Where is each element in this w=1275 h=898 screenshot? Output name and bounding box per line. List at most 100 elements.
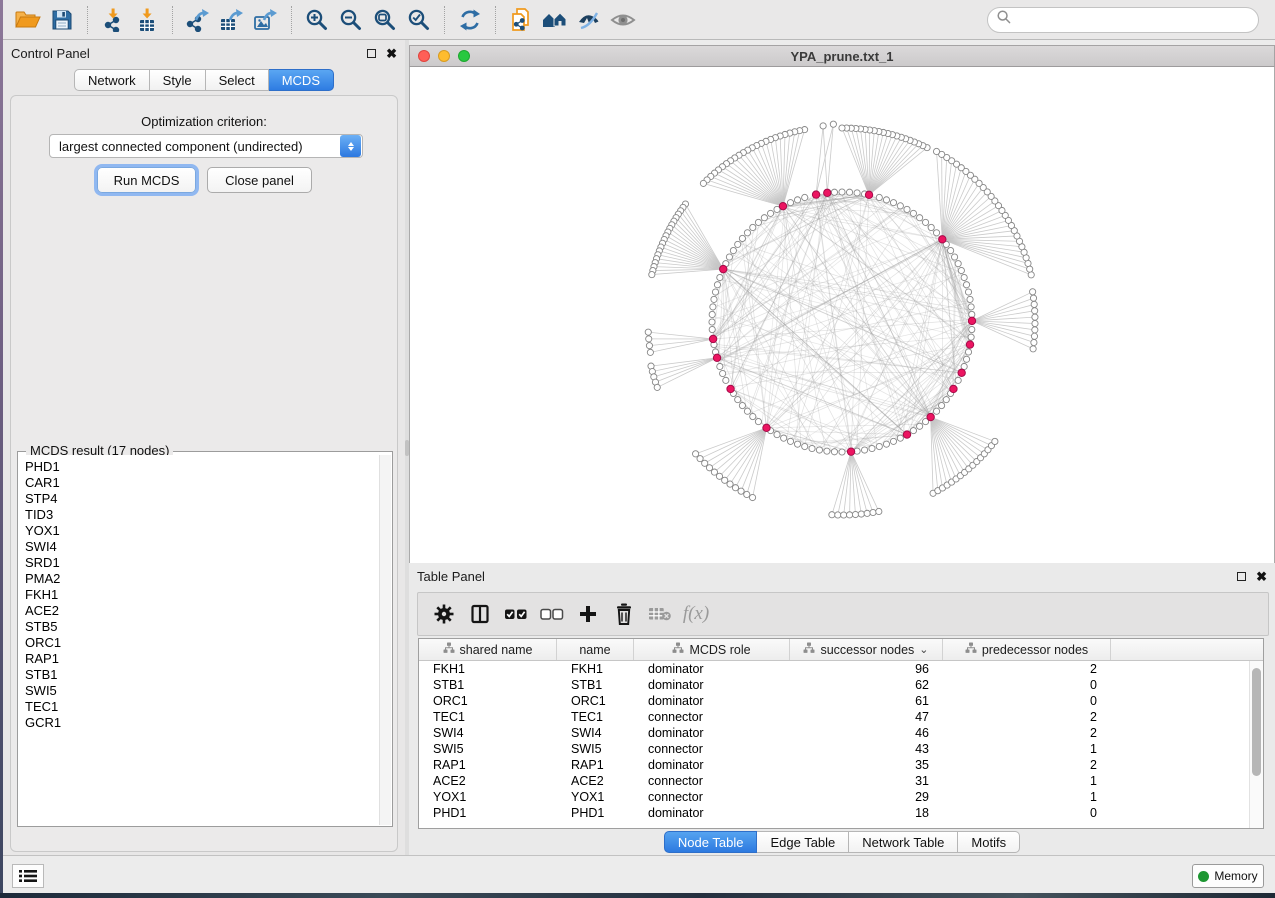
mcds-result-item[interactable]: STB5: [19, 619, 379, 635]
mcds-result-item[interactable]: GCR1: [19, 715, 379, 731]
table-cell[interactable]: dominator: [634, 757, 790, 773]
table-cell[interactable]: 61: [790, 693, 943, 709]
table-row[interactable]: ACE2ACE2connector311: [419, 773, 1249, 789]
table-cell[interactable]: 1: [943, 773, 1111, 789]
mcds-result-item[interactable]: ACE2: [19, 603, 379, 619]
table-cell[interactable]: PHD1: [557, 805, 634, 821]
table-row[interactable]: RAP1RAP1dominator352: [419, 757, 1249, 773]
table-cell[interactable]: ACE2: [419, 773, 557, 789]
table-cell[interactable]: 18: [790, 805, 943, 821]
table-cell[interactable]: 1: [943, 741, 1111, 757]
zoom-in-button[interactable]: [300, 4, 334, 36]
save-session-button[interactable]: [45, 4, 79, 36]
table-cell[interactable]: 2: [943, 725, 1111, 741]
table-row[interactable]: YOX1YOX1connector291: [419, 789, 1249, 805]
select-all-button[interactable]: [503, 601, 529, 627]
table-cell[interactable]: 2: [943, 757, 1111, 773]
table-cell[interactable]: PHD1: [419, 805, 557, 821]
column-header-MCDS-role[interactable]: MCDS role: [634, 639, 790, 660]
table-cell[interactable]: 2: [943, 709, 1111, 725]
refresh-button[interactable]: [453, 4, 487, 36]
open-file-button[interactable]: [11, 4, 45, 36]
table-cell[interactable]: ACE2: [557, 773, 634, 789]
mcds-list-scrollbar[interactable]: [379, 455, 391, 825]
column-header-successor-nodes[interactable]: successor nodes⌄: [790, 639, 943, 660]
search-box[interactable]: [987, 7, 1259, 33]
table-cell[interactable]: YOX1: [419, 789, 557, 805]
search-input[interactable]: [1012, 10, 1258, 30]
task-history-button[interactable]: [12, 864, 44, 888]
memory-button[interactable]: Memory: [1192, 864, 1264, 888]
tab-mcds[interactable]: MCDS: [269, 69, 334, 91]
table-row[interactable]: FKH1FKH1dominator962: [419, 661, 1249, 677]
table-cell[interactable]: SWI5: [419, 741, 557, 757]
mcds-result-item[interactable]: SWI5: [19, 683, 379, 699]
table-cell[interactable]: 1: [943, 789, 1111, 805]
table-cell[interactable]: 46: [790, 725, 943, 741]
table-row[interactable]: SWI4SWI4dominator462: [419, 725, 1249, 741]
deselect-all-button[interactable]: [539, 601, 565, 627]
mcds-result-item[interactable]: TID3: [19, 507, 379, 523]
table-row[interactable]: TEC1TEC1connector472: [419, 709, 1249, 725]
table-cell[interactable]: ORC1: [557, 693, 634, 709]
close-table-panel-icon[interactable]: ✖: [1256, 572, 1267, 581]
delete-column-button[interactable]: [611, 601, 637, 627]
table-cell[interactable]: TEC1: [557, 709, 634, 725]
column-header-name[interactable]: name: [557, 639, 634, 660]
import-table-button[interactable]: [130, 4, 164, 36]
show-all-button[interactable]: [606, 4, 640, 36]
table-row[interactable]: ORC1ORC1dominator610: [419, 693, 1249, 709]
table-settings-button[interactable]: [431, 601, 457, 627]
table-cell[interactable]: SWI4: [557, 725, 634, 741]
table-cell[interactable]: connector: [634, 773, 790, 789]
table-cell[interactable]: FKH1: [557, 661, 634, 677]
table-cell[interactable]: 31: [790, 773, 943, 789]
table-cell[interactable]: STB1: [557, 677, 634, 693]
table-cell[interactable]: dominator: [634, 693, 790, 709]
mcds-result-item[interactable]: RAP1: [19, 651, 379, 667]
table-cell[interactable]: 0: [943, 677, 1111, 693]
tab-network[interactable]: Network: [74, 69, 150, 91]
run-mcds-button[interactable]: Run MCDS: [97, 167, 196, 193]
table-cell[interactable]: 96: [790, 661, 943, 677]
table-cell[interactable]: connector: [634, 789, 790, 805]
first-neighbors-button[interactable]: [538, 4, 572, 36]
tab-network-table[interactable]: Network Table: [849, 831, 958, 853]
mcds-result-item[interactable]: CAR1: [19, 475, 379, 491]
column-header-predecessor-nodes[interactable]: predecessor nodes: [943, 639, 1111, 660]
table-cell[interactable]: 43: [790, 741, 943, 757]
mcds-result-item[interactable]: STB1: [19, 667, 379, 683]
close-panel-button[interactable]: Close panel: [207, 167, 312, 193]
zoom-fit-button[interactable]: [368, 4, 402, 36]
table-cell[interactable]: 0: [943, 693, 1111, 709]
table-cell[interactable]: 0: [943, 805, 1111, 821]
close-panel-icon[interactable]: ✖: [386, 49, 397, 58]
import-network-button[interactable]: [96, 4, 130, 36]
export-network-button[interactable]: [181, 4, 215, 36]
mcds-result-item[interactable]: SWI4: [19, 539, 379, 555]
tab-edge-table[interactable]: Edge Table: [757, 831, 849, 853]
table-cell[interactable]: YOX1: [557, 789, 634, 805]
table-cell[interactable]: 35: [790, 757, 943, 773]
create-column-button[interactable]: [575, 601, 601, 627]
mcds-result-item[interactable]: PHD1: [19, 459, 379, 475]
mcds-result-item[interactable]: STP4: [19, 491, 379, 507]
table-cell[interactable]: 2: [943, 661, 1111, 677]
table-row[interactable]: PHD1PHD1dominator180: [419, 805, 1249, 821]
table-cell[interactable]: dominator: [634, 805, 790, 821]
float-panel-icon[interactable]: [367, 49, 376, 58]
table-scrollbar[interactable]: [1249, 661, 1263, 828]
mcds-result-item[interactable]: YOX1: [19, 523, 379, 539]
optimization-criterion-select[interactable]: largest connected component (undirected): [49, 134, 363, 158]
float-table-panel-icon[interactable]: [1237, 572, 1246, 581]
table-scrollbar-thumb[interactable]: [1252, 668, 1261, 776]
table-cell[interactable]: 29: [790, 789, 943, 805]
tab-motifs[interactable]: Motifs: [958, 831, 1020, 853]
table-cell[interactable]: FKH1: [419, 661, 557, 677]
table-cell[interactable]: ORC1: [419, 693, 557, 709]
network-window-titlebar[interactable]: YPA_prune.txt_1: [409, 45, 1275, 67]
table-cell[interactable]: SWI4: [419, 725, 557, 741]
table-row[interactable]: STB1STB1dominator620: [419, 677, 1249, 693]
table-cell[interactable]: TEC1: [419, 709, 557, 725]
table-row[interactable]: SWI5SWI5connector431: [419, 741, 1249, 757]
